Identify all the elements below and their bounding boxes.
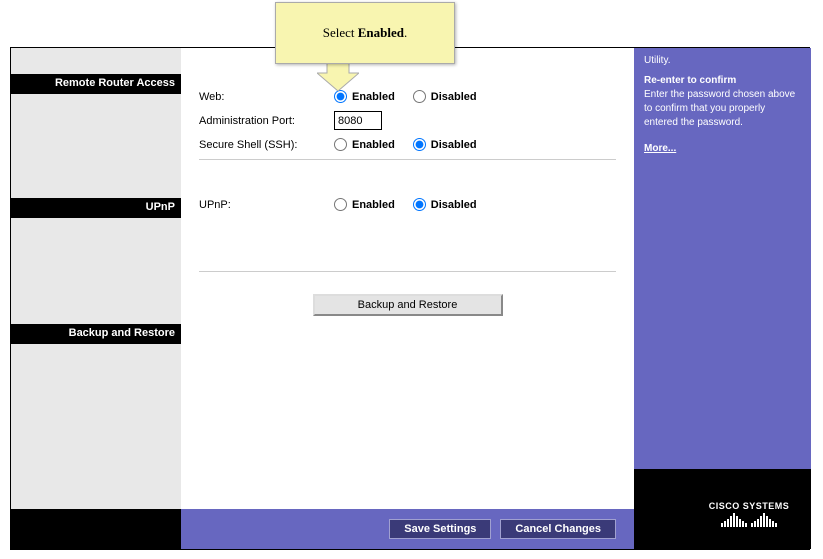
radio-ssh-enabled[interactable] xyxy=(334,138,347,151)
label-upnp-enabled: Enabled xyxy=(352,199,395,211)
save-settings-button[interactable]: Save Settings xyxy=(389,519,491,539)
row-port: Administration Port: xyxy=(199,111,616,130)
callout-bold: Enabled xyxy=(358,25,404,40)
left-column: Remote Router Access UPnP Backup and Res… xyxy=(11,48,181,549)
callout-suffix: . xyxy=(404,25,407,40)
label-port: Administration Port: xyxy=(199,115,334,127)
divider-1 xyxy=(199,159,616,160)
callout-prefix: Select xyxy=(323,25,358,40)
label-web: Web: xyxy=(199,91,334,103)
cisco-bridge-icon xyxy=(695,513,803,527)
callout-arrow-icon xyxy=(317,63,359,91)
input-admin-port[interactable] xyxy=(334,111,382,130)
radio-web-disabled[interactable] xyxy=(413,90,426,103)
help-more-link[interactable]: More... xyxy=(644,142,676,156)
brand-area: CISCO SYSTEMS xyxy=(634,469,811,549)
bottom-action-area: Save Settings Cancel Changes xyxy=(181,509,634,549)
section-upnp: UPnP xyxy=(11,198,181,218)
row-ssh: Secure Shell (SSH): Enabled Disabled xyxy=(199,138,616,151)
radio-ssh-disabled[interactable] xyxy=(413,138,426,151)
form-area: Web: Enabled Disabled Administration Por… xyxy=(181,48,634,511)
row-upnp: UPnP: Enabled Disabled xyxy=(199,198,616,211)
section-backup-restore: Backup and Restore xyxy=(11,324,181,344)
cancel-changes-button[interactable]: Cancel Changes xyxy=(500,519,616,539)
label-upnp: UPnP: xyxy=(199,199,334,211)
radio-web-enabled[interactable] xyxy=(334,90,347,103)
label-upnp-disabled: Disabled xyxy=(431,199,477,211)
cisco-text: CISCO SYSTEMS xyxy=(695,501,803,511)
cisco-logo: CISCO SYSTEMS xyxy=(695,501,803,527)
row-web: Web: Enabled Disabled xyxy=(199,90,616,103)
label-ssh: Secure Shell (SSH): xyxy=(199,139,334,151)
help-subhead: Re-enter to confirm xyxy=(644,74,801,88)
label-web-enabled: Enabled xyxy=(352,91,395,103)
main-frame: Remote Router Access UPnP Backup and Res… xyxy=(10,47,810,550)
divider-2 xyxy=(199,271,616,272)
backup-restore-button[interactable]: Backup and Restore xyxy=(313,294,503,316)
radio-upnp-disabled[interactable] xyxy=(413,198,426,211)
label-ssh-enabled: Enabled xyxy=(352,139,395,151)
radio-upnp-enabled[interactable] xyxy=(334,198,347,211)
help-body: Enter the password chosen above to confi… xyxy=(644,88,801,130)
help-panel: Utility. Re-enter to confirm Enter the p… xyxy=(634,48,811,511)
label-web-disabled: Disabled xyxy=(431,91,477,103)
help-line0: Utility. xyxy=(644,54,801,68)
section-remote-router-access: Remote Router Access xyxy=(11,74,181,94)
label-ssh-disabled: Disabled xyxy=(431,139,477,151)
callout-tooltip: Select Enabled. xyxy=(275,2,455,64)
